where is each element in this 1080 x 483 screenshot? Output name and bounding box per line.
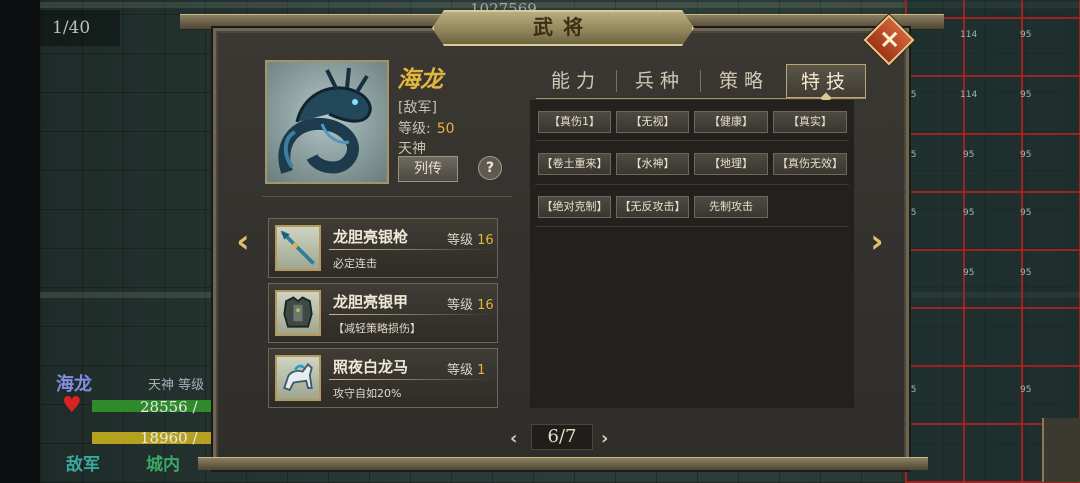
divider (535, 226, 849, 227)
equipment-level: 等级 16 (447, 229, 494, 248)
tab-ability[interactable]: 能力 (536, 64, 616, 98)
divider (329, 314, 494, 315)
tile-number: 95 (963, 208, 975, 218)
page-prev-button[interactable]: ‹ (510, 428, 517, 449)
tab-strategy[interactable]: 策略 (704, 64, 784, 98)
side-menu-button[interactable] (1042, 418, 1080, 482)
skill-chip[interactable]: 【健康】 (694, 111, 768, 133)
skill-chip[interactable]: 【无反攻击】 (616, 196, 689, 218)
skill-chip[interactable]: 先制攻击 (694, 196, 768, 218)
equipment-level-label: 等级 (447, 233, 474, 248)
heart-icon: ♥ (62, 393, 82, 418)
skill-chip[interactable]: 【真实】 (773, 111, 847, 133)
skill-chip[interactable]: 【地理】 (694, 153, 768, 175)
tile-number: 95 (1020, 208, 1032, 218)
divider (535, 140, 849, 141)
prev-general-arrow[interactable]: ‹ (232, 224, 254, 258)
general-level-label: 等级: (398, 121, 431, 137)
unit-location: 城内 (146, 455, 180, 475)
dialog-title: 武将 (533, 15, 593, 39)
dialog-title-plate: 武将 (432, 10, 694, 46)
close-icon: × (878, 24, 901, 55)
divider (329, 249, 494, 250)
horse-icon (275, 355, 321, 401)
help-button[interactable]: ? (478, 156, 502, 180)
equipment-name: 龙胆亮银甲 (333, 293, 409, 311)
divider (329, 379, 494, 380)
tab-troops[interactable]: 兵种 (620, 64, 700, 98)
equipment-level-value: 16 (477, 298, 494, 313)
tab-underline (536, 98, 866, 99)
dialog-bottom-rail (198, 457, 928, 470)
general-name: 海龙 (397, 66, 443, 93)
skill-chip[interactable]: 【水神】 (616, 153, 689, 175)
tile-number: 95 (1020, 30, 1032, 40)
skill-chip[interactable]: 【无视】 (616, 111, 689, 133)
tile-number: 95 (963, 268, 975, 278)
equipment-level-label: 等级 (447, 363, 474, 378)
unit-class-level: 天神 等级 (148, 378, 205, 393)
skill-chip[interactable]: 【绝对克制】 (538, 196, 611, 218)
tile-number: 95 (963, 150, 975, 160)
tab-separator (700, 70, 701, 92)
page-next-button[interactable]: › (601, 428, 608, 449)
equipment-item-armor[interactable]: 龙胆亮银甲 等级 16 【减轻策略损伤】 (268, 283, 498, 343)
general-portrait (265, 60, 389, 184)
screen-edge (0, 0, 40, 483)
mp-text: 18960 / (140, 429, 198, 447)
general-class: 天神 (398, 141, 426, 157)
equipment-desc: 攻守自如20% (333, 387, 402, 400)
skill-chip[interactable]: 【真伤1】 (538, 111, 611, 133)
unit-side: 敌军 (66, 455, 100, 475)
divider (262, 196, 512, 197)
hp-text: 28556 / (140, 398, 198, 416)
equipment-desc: 【减轻策略损伤】 (333, 322, 421, 335)
armor-icon (275, 290, 321, 336)
page-indicator: 6/7 (531, 424, 593, 450)
equipment-name: 照夜白龙马 (333, 358, 409, 376)
skill-chip[interactable]: 【真伤无效】 (773, 153, 847, 175)
equipment-item-horse[interactable]: 照夜白龙马 等级 1 攻守自如20% (268, 348, 498, 408)
tile-number: 114 (960, 90, 978, 100)
tile-number: 95 (1020, 150, 1032, 160)
skill-chip[interactable]: 【卷土重来】 (538, 153, 611, 175)
equipment-name: 龙胆亮银枪 (333, 228, 409, 246)
equipment-level: 等级 16 (447, 294, 494, 313)
equipment-level-label: 等级 (447, 298, 474, 313)
biography-button[interactable]: 列传 (398, 156, 458, 182)
general-level: 等级: 50 (398, 118, 455, 138)
equipment-level: 等级 1 (447, 359, 485, 378)
spear-icon (275, 225, 321, 271)
attack-range-grid (905, 0, 1080, 483)
skills-panel (530, 100, 854, 408)
tile-number: 95 (1020, 268, 1032, 278)
next-general-arrow[interactable]: › (866, 224, 888, 258)
equipment-desc: 必定连击 (333, 257, 377, 270)
dragon-portrait-image (278, 67, 372, 174)
equipment-level-value: 16 (477, 233, 494, 248)
equipment-level-value: 1 (477, 363, 486, 378)
divider (535, 184, 849, 185)
general-faction: [敌军] (398, 100, 437, 116)
general-level-value: 50 (436, 121, 455, 137)
tile-number: 114 (960, 30, 978, 40)
tile-number: 95 (1020, 90, 1032, 100)
turn-counter: 1/40 (40, 10, 120, 46)
tile-number: 95 (1020, 385, 1032, 395)
tab-separator (616, 70, 617, 92)
equipment-item-weapon[interactable]: 龙胆亮银枪 等级 16 必定连击 (268, 218, 498, 278)
